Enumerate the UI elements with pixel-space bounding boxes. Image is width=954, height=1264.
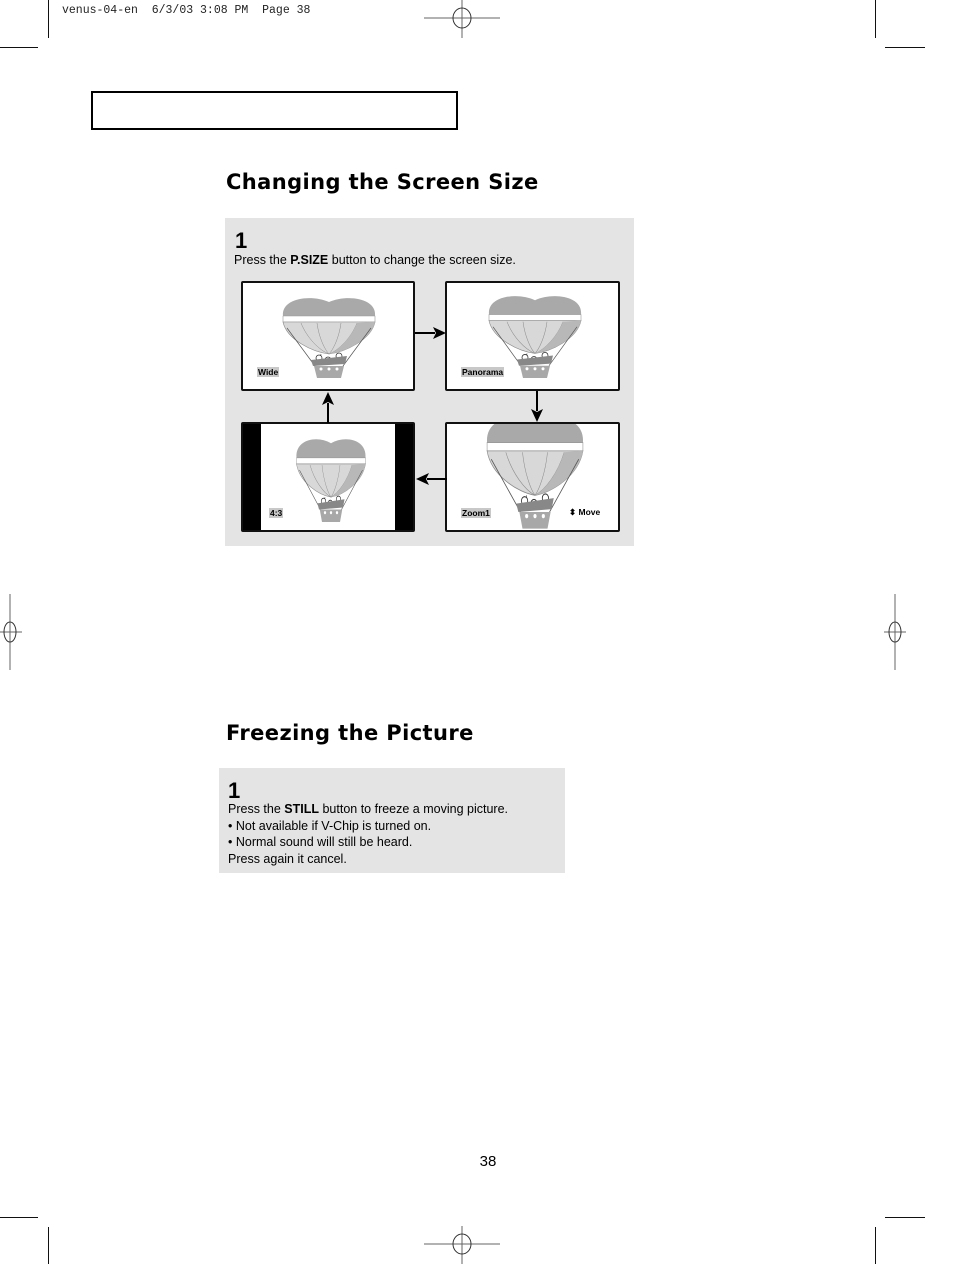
bullet-item: • Not available if V-Chip is turned on. xyxy=(228,818,432,833)
screen-mode-label: Wide xyxy=(257,367,280,377)
arrow-up-icon xyxy=(322,392,334,423)
button-name: P.SIZE xyxy=(290,253,329,267)
instruction-text: button to freeze a moving picture. xyxy=(319,802,508,816)
registration-mark-icon xyxy=(424,1226,500,1264)
screen-panorama: Panorama xyxy=(445,281,620,391)
up-down-arrow-icon: ⬍ xyxy=(569,507,577,517)
hot-air-balloon-image xyxy=(488,296,582,378)
step-number: 1 xyxy=(228,778,241,803)
step-panel-screen-size: 1 Press the P.SIZE button to change the … xyxy=(225,218,634,546)
instruction-text: button to change the screen size. xyxy=(328,253,516,267)
screen-4-3: 4:3 xyxy=(241,422,415,532)
step-panel-freeze: 1 Press the STILL button to freeze a mov… xyxy=(219,768,565,873)
instruction-text: Press the xyxy=(234,253,291,267)
crop-mark xyxy=(875,0,876,38)
screen-zoom1: Zoom1 ⬍ Move xyxy=(445,422,620,532)
registration-mark-icon xyxy=(424,0,500,38)
hot-air-balloon-image xyxy=(282,298,376,378)
page-number: 38 xyxy=(479,1153,497,1170)
crop-mark xyxy=(0,1217,38,1218)
chapter-header-box xyxy=(91,91,458,130)
hot-air-balloon-image xyxy=(296,439,366,522)
bullet-item: • Normal sound will still be heard. xyxy=(228,835,413,849)
registration-mark-icon xyxy=(0,594,22,670)
instruction-footer: Press again it cancel. xyxy=(228,851,347,866)
instruction-text: Press the xyxy=(228,802,285,816)
step-number: 1 xyxy=(235,228,248,253)
screen-mode-label: Panorama xyxy=(461,367,505,377)
section-title-freeze: Freezing the Picture xyxy=(226,721,474,745)
instruction-line: Press the STILL button to freeze a movin… xyxy=(228,801,508,818)
crop-mark xyxy=(0,47,38,48)
arrow-down-icon xyxy=(531,391,543,422)
move-hint: ⬍ Move xyxy=(569,507,600,518)
registration-mark-icon xyxy=(884,594,906,670)
button-name: STILL xyxy=(284,802,319,816)
screen-wide: Wide xyxy=(241,281,415,391)
crop-mark xyxy=(885,47,925,48)
crop-mark xyxy=(48,0,49,38)
arrow-left-icon xyxy=(416,473,447,485)
screen-mode-label: 4:3 xyxy=(269,508,284,518)
crop-mark xyxy=(48,1227,49,1264)
screen-mode-label: Zoom1 xyxy=(461,508,491,518)
step-instruction: Press the P.SIZE button to change the sc… xyxy=(234,252,516,269)
print-slug: venus-04-en 6/3/03 3:08 PM Page 38 xyxy=(62,4,311,17)
section-title-screen-size: Changing the Screen Size xyxy=(226,170,539,194)
crop-mark xyxy=(875,1227,876,1264)
step-instruction: Press the STILL button to freeze a movin… xyxy=(228,801,508,867)
crop-mark xyxy=(885,1217,925,1218)
arrow-right-icon xyxy=(415,327,446,339)
move-hint-label: Move xyxy=(578,507,601,517)
